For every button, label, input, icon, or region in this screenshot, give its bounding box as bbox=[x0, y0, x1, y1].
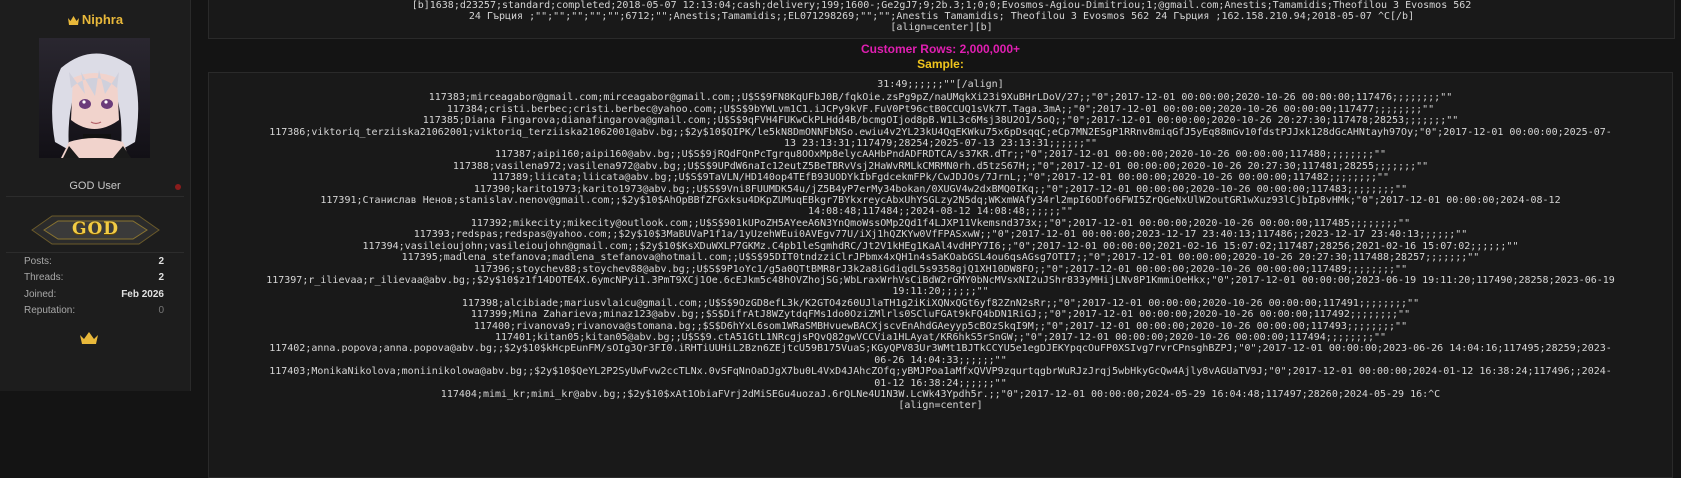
code-line: 117393;redspas;redspas@yahoo.com;;$2y$10… bbox=[413, 229, 1468, 241]
customer-rows-heading: Customer Rows: 2,000,000+ bbox=[860, 42, 1021, 56]
code-line: 117399;Mina Zaharieva;minaz123@abv.bg;;$… bbox=[470, 309, 1411, 321]
code-line: [align=center][b] bbox=[890, 22, 993, 33]
code-line: 24 Гърция ;"";"";"";"";"";6712;"";Anesti… bbox=[468, 11, 1415, 22]
sample-heading: Sample: bbox=[917, 57, 964, 71]
code-line: 117402;anna.popova;anna.popova@abv.bg;;$… bbox=[269, 343, 1612, 355]
divider bbox=[6, 252, 184, 253]
stat-value: Feb 2026 bbox=[121, 289, 164, 300]
user-title: GOD User bbox=[69, 180, 121, 192]
code-line: 01-12 16:38:24;;;;;;"" bbox=[874, 377, 1007, 389]
rank-label: GOD bbox=[71, 219, 120, 239]
code-line: 117386;viktoriq_terziiska21062001;viktor… bbox=[269, 126, 1612, 138]
code-line: 19:11:20;;;;;;"" bbox=[892, 286, 989, 298]
crown-icon bbox=[79, 330, 99, 344]
code-block-previous: [b]1638;d23257;standard;completed;2018-0… bbox=[208, 0, 1675, 39]
code-line: 13 23:13:31;117479;28254;2025-07-13 23:1… bbox=[783, 138, 1098, 150]
code-line: 117387;aipi160;aipi160@abv.bg;;U$S$9jRQd… bbox=[494, 149, 1387, 161]
sample-code-block[interactable]: 31:49;;;;;;""[/align] 117383;mirceagabor… bbox=[208, 72, 1673, 478]
avatar[interactable] bbox=[39, 38, 150, 158]
stat-value: 2 bbox=[158, 272, 164, 283]
code-line: 117398;alcibiade;mariusvlaicu@gmail.com;… bbox=[461, 297, 1420, 309]
code-line: 117389;liicata;liicata@abv.bg;;U$S$9TaVL… bbox=[491, 172, 1390, 184]
username-row[interactable]: Niphra bbox=[0, 12, 190, 30]
code-line: 117394;vasileioujohn;vasileioujohn@gmail… bbox=[362, 240, 1519, 252]
crown-icon bbox=[67, 14, 80, 29]
code-line: 117404;mimi_kr;mimi_kr@abv.bg;;$2y$10$xA… bbox=[440, 388, 1441, 400]
code-line: 117401;kitan05;kitan05@abv.bg;;U$S$9.ctA… bbox=[494, 331, 1387, 343]
code-line: 117403;MonikaNikolova;moniinikolowa@abv.… bbox=[269, 366, 1612, 378]
code-line: 117391;Станислав Ненов;stanislav.nenov@g… bbox=[320, 195, 1561, 207]
rank-badge: GOD bbox=[30, 210, 161, 250]
divider bbox=[6, 196, 184, 197]
code-line: 117384;cristi.berbec;cristi.berbec@yahoo… bbox=[446, 103, 1435, 115]
stat-posts: Posts: 2 bbox=[24, 256, 164, 270]
username[interactable]: Niphra bbox=[82, 12, 123, 27]
code-line: 14:08:48;117484;;2024-08-12 14:08:48;;;;… bbox=[808, 206, 1073, 218]
code-line: 117396;stoychev88;stoychev88@abv.bg;;U$S… bbox=[473, 263, 1408, 275]
code-line: [b]1638;d23257;standard;completed;2018-0… bbox=[411, 0, 1472, 11]
stat-label: Threads: bbox=[24, 272, 64, 283]
code-line: 117390;karito1973;karito1973@abv.bg;;U$S… bbox=[473, 183, 1408, 195]
stat-label: Reputation: bbox=[24, 305, 76, 316]
code-line: 117392;mikecity;mikecity@outlook.com;;U$… bbox=[470, 217, 1411, 229]
code-line: 117383;mirceagabor@gmail.com;mirceagabor… bbox=[428, 92, 1453, 104]
stat-reputation: Reputation: 0 bbox=[24, 305, 164, 319]
stat-label: Joined: bbox=[24, 289, 57, 300]
stat-threads: Threads: 2 bbox=[24, 272, 164, 286]
stat-value: 2 bbox=[158, 256, 164, 267]
stat-joined: Joined: Feb 2026 bbox=[24, 289, 164, 303]
code-line: 117397;r_ilievaa;r_ilievaa@abv.bg;;$2y$1… bbox=[266, 274, 1615, 286]
code-line: 117385;Diana Fingarova;dianafingarova@gm… bbox=[422, 115, 1459, 127]
stat-value: 0 bbox=[158, 305, 164, 316]
status-dot-icon bbox=[175, 184, 181, 190]
code-line: 06-26 14:04:33;;;;;;"" bbox=[874, 354, 1007, 366]
code-line: 117400;rivanova9;rivanova@stomana.bg;;$S… bbox=[473, 320, 1408, 332]
code-line: 117395;madlena_stefanova;madlena_stefano… bbox=[401, 252, 1480, 264]
code-line: 117388;vasilena972;vasilena972@abv.bg;;U… bbox=[452, 160, 1429, 172]
user-profile-panel: Niphra GOD User GOD Posts: 2 Threads: 2 … bbox=[0, 0, 191, 391]
code-line: 31:49;;;;;;""[/align] bbox=[877, 79, 1004, 90]
stat-label: Posts: bbox=[24, 256, 52, 267]
code-line: [align=center] bbox=[898, 400, 983, 412]
